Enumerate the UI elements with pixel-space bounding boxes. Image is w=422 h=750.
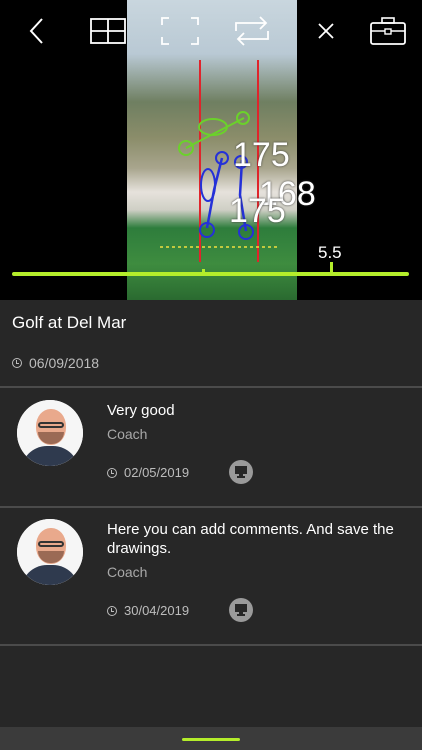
screen-button[interactable] bbox=[229, 460, 253, 484]
video-toolbar bbox=[0, 0, 422, 62]
close-button[interactable] bbox=[306, 12, 346, 50]
toolbox-button[interactable] bbox=[368, 12, 408, 50]
shoulder-marker bbox=[198, 118, 228, 136]
monitor-icon bbox=[235, 466, 247, 478]
repeat-icon bbox=[235, 16, 269, 46]
session-title: Golf at Del Mar bbox=[12, 313, 127, 332]
avatar bbox=[17, 400, 83, 466]
screen-button[interactable] bbox=[229, 598, 253, 622]
close-icon bbox=[318, 23, 334, 39]
comment-date-row: 30/04/2019 bbox=[107, 603, 189, 618]
comment-item[interactable]: Very good Coach 02/05/2019 bbox=[0, 388, 422, 506]
comment-date-row: 02/05/2019 bbox=[107, 465, 189, 480]
divider bbox=[0, 644, 422, 646]
clock-icon bbox=[107, 605, 117, 616]
bottom-bar bbox=[0, 727, 422, 750]
comment-item[interactable]: Here you can add comments. And save the … bbox=[0, 508, 422, 644]
comment-date: 30/04/2019 bbox=[124, 603, 190, 618]
comment-role: Coach bbox=[107, 426, 148, 442]
grid-button[interactable] bbox=[88, 12, 128, 50]
comment-date: 02/05/2019 bbox=[124, 465, 190, 480]
avatar bbox=[17, 519, 83, 585]
chevron-left-icon bbox=[29, 18, 43, 44]
back-button[interactable] bbox=[16, 12, 56, 50]
angle-label-3: 175 bbox=[229, 192, 286, 230]
video-scrubber[interactable] bbox=[12, 269, 409, 276]
comment-role: Coach bbox=[107, 564, 148, 580]
drawer-handle[interactable] bbox=[182, 738, 240, 741]
scrub-thumb[interactable] bbox=[202, 269, 205, 272]
comment-text: Very good bbox=[107, 402, 175, 419]
briefcase-icon bbox=[370, 17, 406, 45]
angle-label-1: 175 bbox=[233, 136, 290, 174]
clock-icon bbox=[107, 467, 117, 478]
clock-icon bbox=[12, 358, 22, 368]
scrub-value: 5.5 bbox=[318, 243, 342, 262]
repeat-button[interactable] bbox=[232, 12, 272, 50]
fullscreen-corners-icon bbox=[161, 17, 199, 45]
session-date-row: 06/09/2018 bbox=[12, 355, 99, 371]
session-date: 06/09/2018 bbox=[29, 355, 100, 371]
hip-left bbox=[200, 168, 216, 202]
monitor-icon bbox=[235, 604, 247, 616]
video-player[interactable]: 175 168 175 5.5 bbox=[0, 0, 422, 300]
comment-text: Here you can add comments. And save the … bbox=[107, 521, 394, 557]
fullscreen-button[interactable] bbox=[160, 12, 200, 50]
session-header: Golf at Del Mar 06/09/2018 bbox=[0, 300, 422, 386]
grid-icon bbox=[90, 18, 126, 44]
